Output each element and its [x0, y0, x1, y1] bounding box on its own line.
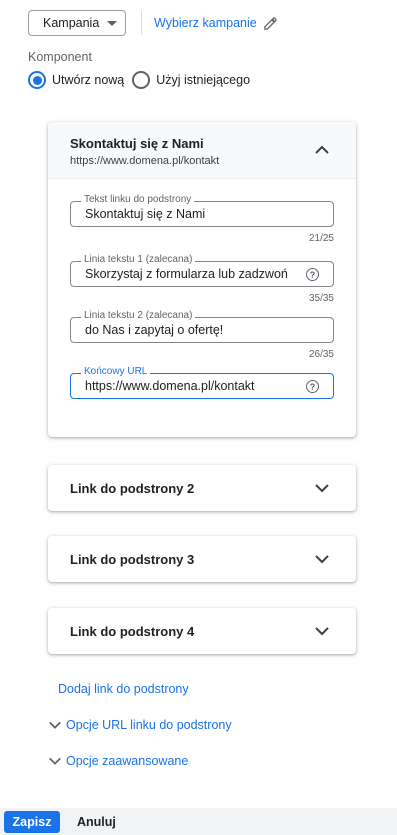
- sitelink-editor: Kampania Wybierz kampanie Komponent Utwó…: [0, 0, 397, 835]
- chevron-down-icon[interactable]: [314, 551, 330, 567]
- description-line-2-label: Linia tekstu 2 (zalecana): [81, 309, 196, 323]
- description-line-1-field: Skorzystaj z formularza lub zadzwoń ? Li…: [70, 253, 334, 304]
- chevron-down-icon[interactable]: [314, 480, 330, 496]
- component-label: Komponent: [28, 50, 92, 64]
- component-radio-group: Utwórz nową Użyj istniejącego: [28, 71, 258, 89]
- description-line-2-value: do Nas i zapytaj o ofertę!: [85, 323, 224, 337]
- top-row: Kampania Wybierz kampanie: [28, 10, 278, 36]
- description-line-2-field: do Nas i zapytaj o ofertę! Linia tekstu …: [70, 309, 334, 360]
- pencil-icon: [263, 16, 277, 30]
- footer-bar: Zapisz Anuluj: [0, 808, 397, 835]
- description-line-2-counter: 26/35: [308, 349, 334, 360]
- sitelink-card-4[interactable]: Link do podstrony 4: [48, 608, 356, 654]
- url-options-toggle[interactable]: Opcje URL linku do podstrony: [48, 718, 232, 732]
- url-options-label: Opcje URL linku do podstrony: [66, 718, 232, 732]
- radio-use-existing[interactable]: [132, 71, 151, 89]
- chevron-up-icon[interactable]: [314, 142, 330, 158]
- radio-create-new[interactable]: [28, 71, 46, 89]
- sitelink-card-2-title: Link do podstrony 2: [70, 480, 195, 496]
- sitelink-card-url: https://www.domena.pl/kontakt: [70, 155, 220, 167]
- sitelink-card-3-title: Link do podstrony 3: [70, 551, 195, 567]
- radio-use-existing-label[interactable]: Użyj istniejącego: [156, 73, 250, 87]
- dropdown-arrow-icon: [107, 20, 118, 26]
- final-url-field: https://www.domena.pl/kontakt ? Końcowy …: [70, 365, 334, 399]
- sitelink-card-1: Skontaktuj się z Nami https://www.domena…: [48, 122, 356, 437]
- radio-create-new-label[interactable]: Utwórz nową: [52, 73, 124, 87]
- chevron-down-icon[interactable]: [314, 623, 330, 639]
- choose-campaigns-link[interactable]: Wybierz kampanie: [154, 16, 278, 31]
- sitelink-text-label: Tekst linku do podstrony: [81, 193, 195, 207]
- chevron-down-icon: [49, 721, 61, 729]
- sitelink-card-title: Skontaktuj się z Nami: [70, 136, 204, 151]
- cancel-button[interactable]: Anuluj: [77, 815, 116, 829]
- sitelink-text-value: Skontaktuj się z Nami: [85, 207, 206, 221]
- sitelink-card-2[interactable]: Link do podstrony 2: [48, 465, 356, 511]
- chevron-down-icon: [49, 757, 61, 765]
- help-icon[interactable]: ?: [306, 268, 319, 281]
- advanced-options-toggle[interactable]: Opcje zaawansowane: [48, 754, 188, 768]
- sitelink-card-1-header[interactable]: Skontaktuj się z Nami https://www.domena…: [48, 122, 356, 179]
- final-url-value: https://www.domena.pl/kontakt: [85, 379, 255, 393]
- description-line-1-value: Skorzystaj z formularza lub zadzwoń: [85, 267, 288, 281]
- description-line-1-label: Linia tekstu 1 (zalecana): [81, 253, 196, 267]
- final-url-label: Końcowy URL: [81, 365, 151, 379]
- sitelink-text-field: Skontaktuj się z Nami Tekst linku do pod…: [70, 193, 334, 244]
- description-line-1-counter: 35/35: [308, 293, 334, 304]
- add-sitelink-link[interactable]: Dodaj link do podstrony: [58, 682, 189, 696]
- campaign-select[interactable]: Kampania: [28, 10, 126, 36]
- sitelink-card-4-title: Link do podstrony 4: [70, 623, 195, 639]
- sitelink-text-counter: 21/25: [308, 233, 334, 244]
- campaign-select-label: Kampania: [43, 16, 100, 30]
- divider: [141, 11, 142, 35]
- help-icon[interactable]: ?: [306, 380, 319, 393]
- advanced-options-label: Opcje zaawansowane: [66, 754, 189, 768]
- sitelink-card-3[interactable]: Link do podstrony 3: [48, 536, 356, 582]
- save-button[interactable]: Zapisz: [4, 810, 60, 833]
- choose-campaigns-label: Wybierz kampanie: [154, 16, 257, 30]
